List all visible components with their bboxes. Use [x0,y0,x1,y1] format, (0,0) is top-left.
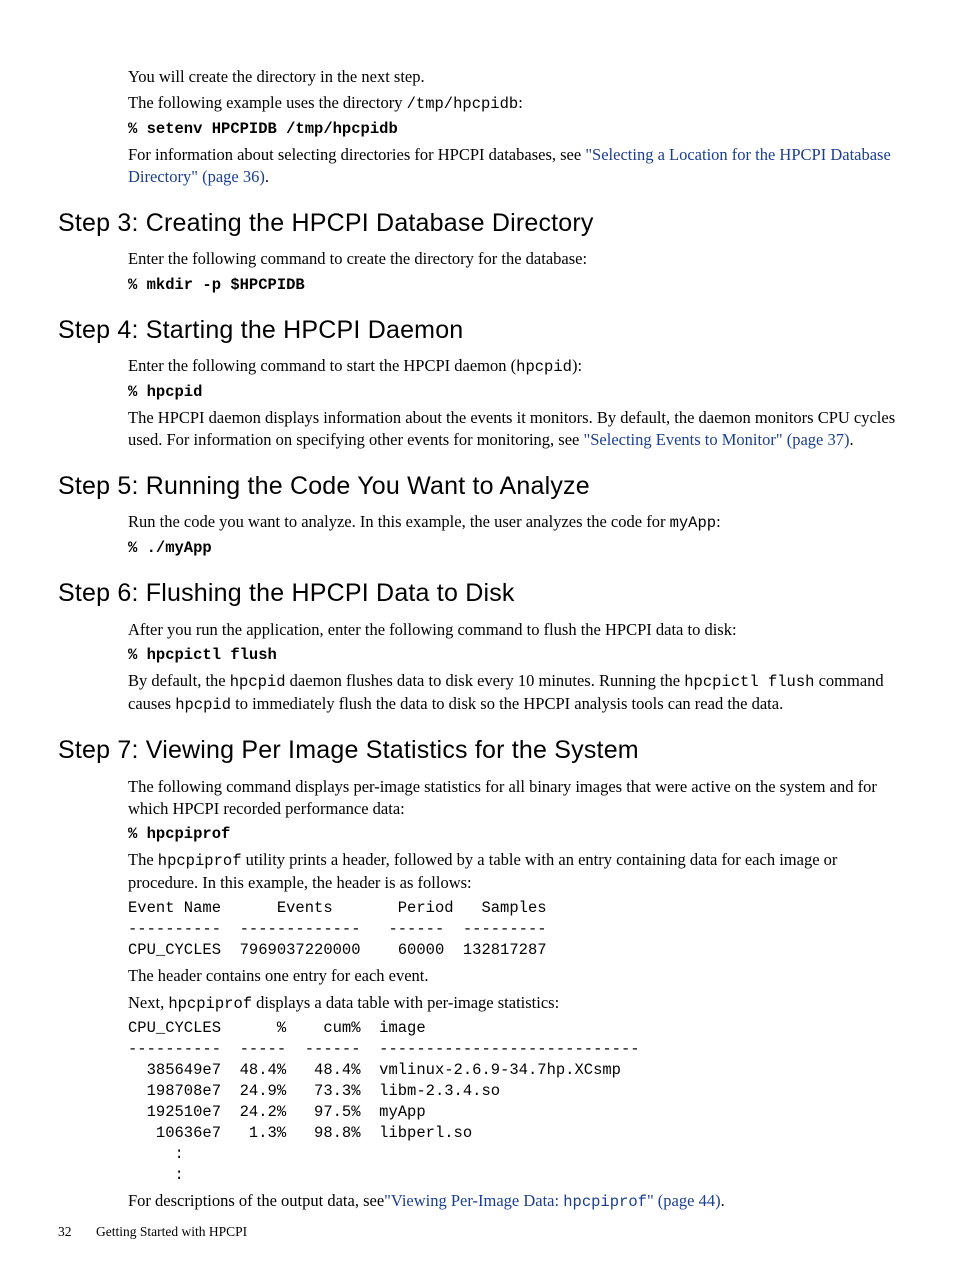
step3-cmd: % mkdir -p $HPCPIDB [128,275,896,296]
step3-p1: Enter the following command to create th… [128,248,896,270]
step6-heading: Step 6: Flushing the HPCPI Data to Disk [58,577,896,611]
intro-line-3: For information about selecting director… [128,144,896,189]
step7-p1: The following command displays per-image… [128,776,896,821]
step7-p4: Next, hpcpiprof displays a data table wi… [128,992,896,1015]
step4-p1: Enter the following command to start the… [128,355,896,378]
link-viewing-per-image[interactable]: "Viewing Per-Image Data: hpcpiprof" (pag… [384,1191,720,1210]
step5-p1: Run the code you want to analyze. In thi… [128,511,896,534]
intro-line-2: The following example uses the directory… [128,92,896,115]
step4-cmd: % hpcpid [128,382,896,403]
page-number: 32 [58,1223,96,1241]
intro-cmd: % setenv HPCPIDB /tmp/hpcpidb [128,119,896,140]
step7-p5: For descriptions of the output data, see… [128,1190,896,1213]
step7-p2: The hpcpiprof utility prints a header, f… [128,849,896,894]
step6-cmd: % hpcpictl flush [128,645,896,666]
step7-cmd: % hpcpiprof [128,824,896,845]
step7-header-table: Event Name Events Period Samples -------… [128,898,896,961]
step3-heading: Step 3: Creating the HPCPI Database Dire… [58,207,896,241]
step7-heading: Step 7: Viewing Per Image Statistics for… [58,734,896,768]
step4-heading: Step 4: Starting the HPCPI Daemon [58,314,896,348]
step7-p3: The header contains one entry for each e… [128,965,896,987]
link-selecting-events[interactable]: "Selecting Events to Monitor" (page 37) [584,430,850,449]
step6-p1: After you run the application, enter the… [128,619,896,641]
page-footer: 32Getting Started with HPCPI [58,1223,247,1241]
footer-text: Getting Started with HPCPI [96,1224,247,1239]
step4-p2: The HPCPI daemon displays information ab… [128,407,896,452]
step7-data-table: CPU_CYCLES % cum% image ---------- -----… [128,1018,896,1185]
intro-line-1: You will create the directory in the nex… [128,66,896,88]
step5-cmd: % ./myApp [128,538,896,559]
step6-p2: By default, the hpcpid daemon flushes da… [128,670,896,716]
step5-heading: Step 5: Running the Code You Want to Ana… [58,470,896,504]
